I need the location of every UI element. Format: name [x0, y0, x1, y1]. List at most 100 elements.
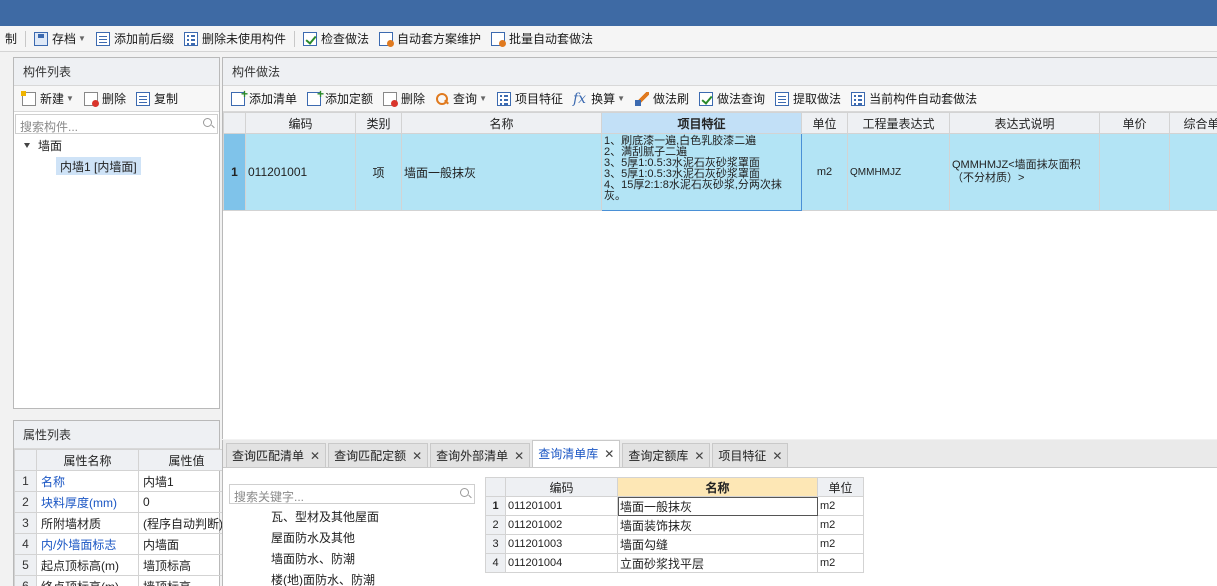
column-header[interactable]: 名称	[401, 112, 602, 134]
current-auto-method-button[interactable]: 当前构件自动套做法	[846, 88, 982, 110]
search-icon[interactable]	[203, 118, 212, 127]
component-list-title: 构件列表	[14, 58, 219, 86]
chevron-down-icon[interactable]: ▼	[479, 94, 487, 103]
search-icon[interactable]	[460, 488, 469, 497]
delete-unused-button[interactable]: 删除未使用构件	[179, 28, 291, 50]
delete-method-button[interactable]: 删除	[378, 88, 430, 110]
property-list-title: 属性列表	[14, 421, 219, 449]
method-panel-title: 构件做法	[223, 58, 1217, 86]
component-method-panel: 构件做法 添加清单 添加定额 删除 查询▼ 项目特征 fx换算▼ 做法刷 做法查…	[222, 57, 1217, 439]
property-table: 属性名称 属性值 1 名称 内墙1 2 块料厚度(mm) 0 3 所附墙材质 (…	[14, 449, 235, 586]
batch-auto-button[interactable]: 批量自动套做法	[486, 28, 598, 50]
table-row[interactable]: 3 所附墙材质 (程序自动判断)	[14, 512, 235, 534]
search-icon	[435, 92, 449, 106]
column-header[interactable]: 项目特征	[601, 112, 802, 134]
batch-auto-icon	[491, 31, 507, 47]
auto-scheme-icon	[379, 31, 394, 47]
library-tree: 瓦、型材及其他屋面 屋面防水及其他 墙面防水、防潮 楼(地)面防水、防潮	[227, 507, 479, 586]
tree-node-wall-surface[interactable]: 墙面	[14, 136, 219, 156]
tab-quota-library[interactable]: 查询定额库 ✕	[622, 443, 711, 468]
title-bar	[0, 0, 1217, 26]
method-query-button[interactable]: 做法查询	[694, 88, 770, 110]
keyword-search-input[interactable]: 搜索关键字...	[229, 484, 475, 504]
table-row[interactable]: 2 块料厚度(mm) 0	[14, 491, 235, 513]
save-button[interactable]: 存档 ▼	[29, 28, 91, 50]
close-icon[interactable]: ✕	[772, 444, 782, 468]
table-row[interactable]: 4 011201004 立面砂浆找平层 m2	[485, 553, 864, 573]
check-method-button[interactable]: 检查做法	[298, 28, 374, 50]
add-prefix-button[interactable]: 添加前后缀	[91, 28, 179, 50]
add-quota-icon	[307, 87, 324, 106]
list-item[interactable]: 楼(地)面防水、防潮	[227, 570, 479, 586]
copy-icon	[135, 91, 150, 106]
column-header[interactable]: 编码	[245, 112, 356, 134]
table-row[interactable]: 2 011201002 墙面装饰抹灰 m2	[485, 515, 864, 535]
method-brush-button[interactable]: 做法刷	[630, 88, 694, 110]
column-header[interactable]: 属性名称	[36, 449, 139, 471]
table-row[interactable]: 3 011201003 墙面勾缝 m2	[485, 534, 864, 554]
expand-arrow-icon[interactable]	[24, 143, 30, 148]
add-list-button[interactable]: 添加清单	[226, 87, 302, 110]
list-item[interactable]: 墙面防水、防潮	[227, 549, 479, 570]
method-query-icon	[699, 91, 714, 106]
add-quota-button[interactable]: 添加定额	[302, 87, 378, 110]
chevron-down-icon[interactable]: ▼	[78, 34, 86, 43]
tab-match-quota[interactable]: 查询匹配定额 ✕	[328, 443, 429, 468]
column-header[interactable]: 单位	[817, 477, 864, 497]
column-header[interactable]: 类别	[355, 112, 402, 134]
add-list-icon	[231, 87, 248, 106]
close-icon[interactable]: ✕	[514, 444, 524, 468]
column-header[interactable]: 综合单	[1169, 112, 1217, 134]
extract-icon	[775, 91, 790, 106]
extract-method-button[interactable]: 提取做法	[770, 88, 846, 110]
chevron-down-icon[interactable]: ▼	[617, 94, 625, 103]
delete-unused-icon	[183, 31, 198, 46]
query-button[interactable]: 查询 ▼	[430, 88, 492, 110]
column-header[interactable]: 属性值	[138, 449, 235, 471]
library-table: 编码 名称 单位 1 011201001 墙面一般抹灰 m2 2 0112010…	[485, 477, 864, 573]
convert-button[interactable]: fx 换算 ▼	[568, 88, 630, 110]
table-row[interactable]: 1 名称 内墙1	[14, 470, 235, 492]
delete-icon	[83, 91, 99, 107]
method-table: 编码 类别 名称 项目特征 单位 工程量表达式 表达式说明 单价 综合单 1 0…	[223, 112, 1217, 211]
feature-icon	[496, 91, 511, 106]
column-header[interactable]: 编码	[505, 477, 618, 497]
main-toolbar: 制 存档 ▼ 添加前后缀 删除未使用构件 检查做法 自动套方案维护 批量自动套做法	[0, 26, 1217, 52]
column-header[interactable]: 单位	[801, 112, 848, 134]
new-button[interactable]: 新建 ▼	[17, 88, 79, 110]
list-item[interactable]: 瓦、型材及其他屋面	[227, 507, 479, 528]
column-header[interactable]: 工程量表达式	[847, 112, 950, 134]
column-header[interactable]: 表达式说明	[949, 112, 1100, 134]
tab-match-list[interactable]: 查询匹配清单 ✕	[226, 443, 327, 468]
close-icon[interactable]: ✕	[604, 441, 614, 468]
delete-button[interactable]: 删除	[79, 88, 131, 110]
tab-project-feature[interactable]: 项目特征 ✕	[712, 443, 789, 468]
fx-icon: fx	[573, 90, 587, 107]
table-row[interactable]: 5 起点顶标高(m) 墙顶标高	[14, 554, 235, 576]
close-icon[interactable]: ✕	[694, 444, 704, 468]
copy-button[interactable]: 复制	[131, 88, 183, 110]
table-row[interactable]: 4 内/外墙面标志 内墙面	[14, 533, 235, 555]
query-panel: 查询匹配清单 ✕ 查询匹配定额 ✕ 查询外部清单 ✕ 查询清单库 ✕ 查询定额库 ✕ 项目…	[222, 440, 1217, 586]
close-icon[interactable]: ✕	[412, 444, 422, 468]
column-header[interactable]: 单价	[1099, 112, 1170, 134]
tree-node-inner-wall[interactable]: 内墙1 [内墙面]	[14, 156, 219, 176]
table-row[interactable]: 1 011201001 墙面一般抹灰 m2	[485, 496, 864, 516]
table-row[interactable]: 1 011201001 项 墙面一般抹灰 1、刷底漆一遍,白色乳胶漆二遍 2、满…	[223, 133, 1217, 211]
close-icon[interactable]: ✕	[310, 444, 320, 468]
brush-icon	[635, 91, 650, 106]
component-search-input[interactable]: 搜索构件...	[15, 114, 218, 134]
tab-list-library[interactable]: 查询清单库 ✕	[532, 440, 621, 468]
project-feature-button[interactable]: 项目特征	[492, 88, 568, 110]
list-item[interactable]: 屋面防水及其他	[227, 528, 479, 549]
chevron-down-icon[interactable]: ▼	[66, 94, 74, 103]
toolbar-item-partial[interactable]: 制	[0, 28, 22, 50]
save-icon	[34, 31, 49, 46]
add-prefix-icon	[95, 31, 110, 46]
table-row[interactable]: 6 终点顶标高(m) 墙顶标高	[14, 575, 235, 586]
column-header[interactable]: 名称	[617, 477, 818, 497]
auto-scheme-button[interactable]: 自动套方案维护	[374, 28, 486, 50]
tab-external-list[interactable]: 查询外部清单 ✕	[430, 443, 531, 468]
project-feature-cell[interactable]: 1、刷底漆一遍,白色乳胶漆二遍 2、满刮腻子二遍 3、5厚1:0.5:3水泥石灰…	[601, 133, 802, 211]
auto-method-icon	[851, 91, 866, 106]
